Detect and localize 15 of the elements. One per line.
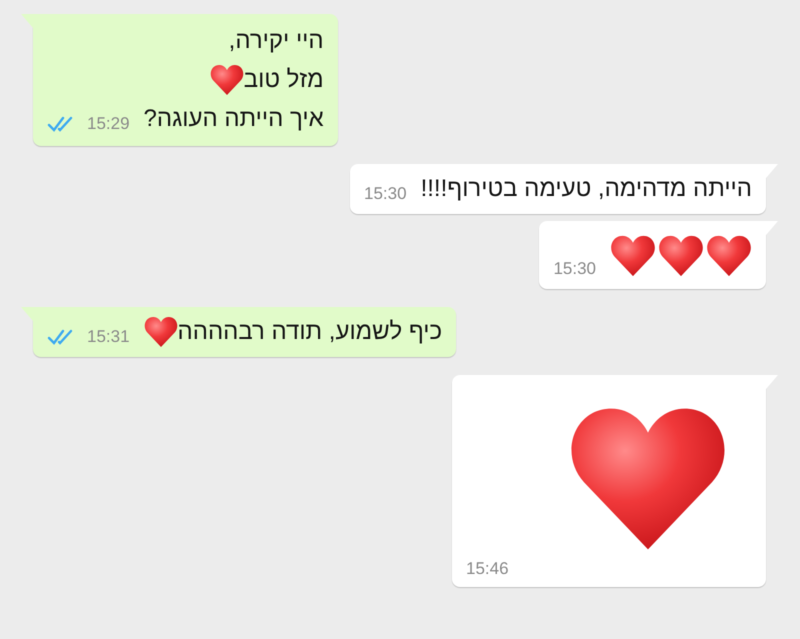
message-time: 15:30 (364, 184, 407, 204)
heart-icon (144, 316, 178, 348)
heart-icon (706, 235, 752, 277)
message-text: כיף לשמוע, תודה רבהההה (178, 317, 442, 347)
message-time: 15:31 (87, 327, 130, 347)
message-text: מזל טוב (244, 65, 324, 95)
message-time: 15:30 (553, 259, 596, 279)
message-time: 15:29 (87, 114, 130, 134)
heart-icon (610, 235, 656, 277)
heart-icon (210, 64, 244, 96)
message-time: 15:46 (466, 559, 509, 579)
message-text: היי יקירה, (228, 26, 324, 56)
heart-icon (658, 235, 704, 277)
message-text: הייתה מדהימה, טעימה בטירוף!!!! (420, 174, 752, 204)
message-text: איך הייתה העוגה? (144, 104, 324, 134)
